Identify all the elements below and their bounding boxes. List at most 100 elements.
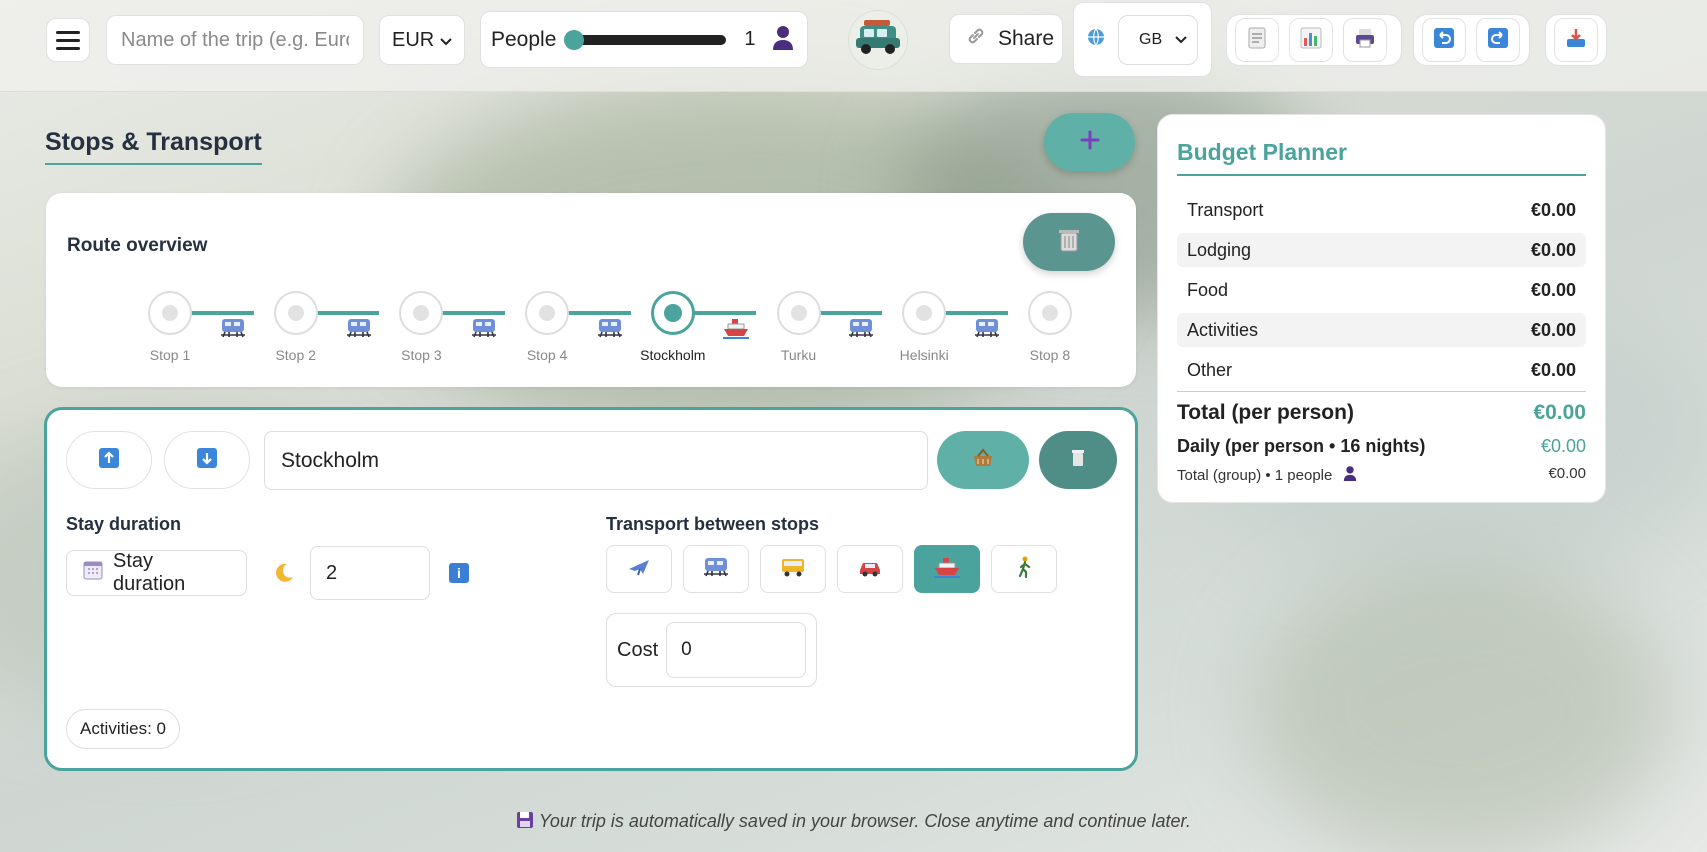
menu-icon-bar <box>56 38 80 42</box>
route-stop-label[interactable]: Helsinki <box>864 347 984 363</box>
person-icon <box>1342 465 1358 485</box>
route-stop-marker[interactable] <box>525 291 570 335</box>
transport-mode-train-button[interactable] <box>683 545 749 593</box>
city-input[interactable]: Stockholm <box>264 431 928 490</box>
car-logo-icon <box>852 18 904 63</box>
group-label: Total (group) • 1 people <box>1177 466 1333 484</box>
download-button[interactable] <box>1554 18 1598 62</box>
transport-mode-bus-button[interactable] <box>760 545 826 593</box>
budget-row-other: Other €0.00 <box>1177 353 1586 387</box>
app-logo[interactable] <box>848 10 908 70</box>
menu-button[interactable] <box>46 18 90 62</box>
autosave-note: Your trip is automatically saved in your… <box>0 811 1707 832</box>
download-icon <box>1565 27 1587 54</box>
route-stop-label[interactable]: Stop 4 <box>487 347 607 363</box>
walk-icon <box>1013 556 1035 583</box>
trip-name-input[interactable] <box>121 28 349 52</box>
currency-select[interactable]: EUR <box>379 15 465 65</box>
chevron-down-icon <box>1175 31 1187 49</box>
route-stop-marker[interactable] <box>1027 291 1072 335</box>
budget-row-lodging: Lodging €0.00 <box>1177 233 1586 267</box>
route-stop-label[interactable]: Turku <box>739 347 859 363</box>
export-tools <box>1545 14 1607 66</box>
group-amount: €0.00 <box>1548 465 1586 482</box>
activities-count-badge: Activities: 0 <box>66 709 180 749</box>
printer-icon <box>1354 27 1376 54</box>
wastebasket-icon <box>1071 449 1085 472</box>
chart-button[interactable] <box>1289 18 1333 62</box>
activities-basket-button[interactable] <box>937 431 1029 489</box>
delete-stop-button[interactable] <box>1039 431 1117 489</box>
print-button[interactable] <box>1343 18 1387 62</box>
route-stop-label[interactable]: Stop 1 <box>110 347 230 363</box>
people-slider-thumb[interactable] <box>564 29 585 50</box>
people-slider[interactable] <box>564 29 727 50</box>
route-stop-marker[interactable] <box>399 291 444 335</box>
stay-duration-button[interactable]: Stay duration <box>66 550 247 596</box>
budget-row-label: Lodging <box>1187 239 1252 260</box>
car-icon <box>857 556 883 583</box>
language-value: GB <box>1139 30 1163 48</box>
route-overview-card: Route overview Stop 1 Stop 2 Stop 3 Stop 4S… <box>46 193 1136 387</box>
move-up-button[interactable] <box>66 431 152 489</box>
person-icon <box>770 24 796 56</box>
route-stop-marker[interactable] <box>273 291 318 335</box>
chart-icon <box>1300 27 1322 54</box>
basket-icon <box>972 447 994 473</box>
transport-mode-plane-button[interactable] <box>606 545 672 593</box>
train-icon <box>219 317 249 341</box>
redo-button[interactable] <box>1476 18 1520 62</box>
info-icon[interactable]: i <box>449 563 469 583</box>
budget-row-label: Transport <box>1187 199 1264 220</box>
currency-value: EUR <box>392 28 435 51</box>
cost-label: Cost <box>617 638 659 661</box>
route-stop-marker[interactable] <box>148 291 192 335</box>
route-stop-label[interactable]: Stop 3 <box>361 347 481 363</box>
route-stop-label[interactable]: Stop 2 <box>236 347 356 363</box>
route-stop-label[interactable]: Stockholm <box>613 347 733 363</box>
people-control: People 1 <box>480 11 808 68</box>
ship-icon <box>722 317 752 341</box>
budget-title: Budget Planner <box>1177 139 1347 165</box>
moon-icon <box>272 561 294 588</box>
cost-input[interactable]: 0 <box>666 622 806 678</box>
route-stop-marker[interactable] <box>902 291 947 335</box>
language-group: GB <box>1073 2 1212 77</box>
route-timeline: Stop 1 Stop 2 Stop 3 Stop 4 Stockholm Turku He… <box>46 193 1136 387</box>
stay-duration-label: Stay duration <box>66 514 182 534</box>
budget-daily-row: Daily (per person • 16 nights) €0.00 <box>1177 436 1586 457</box>
section-title: Stops & Transport <box>45 128 262 165</box>
share-button[interactable]: Share <box>949 14 1063 64</box>
total-amount: €0.00 <box>1533 401 1586 424</box>
undo-icon <box>1433 27 1455 54</box>
language-select[interactable]: GB <box>1118 14 1198 65</box>
trip-name-field[interactable] <box>106 15 364 65</box>
transport-mode-ship-button[interactable] <box>914 545 980 593</box>
route-stop-dot <box>1041 305 1058 321</box>
menu-icon-bar <box>56 46 80 50</box>
undo-button[interactable] <box>1422 18 1466 62</box>
budget-row-amount: €0.00 <box>1530 359 1576 380</box>
calendar-icon <box>83 560 103 586</box>
move-down-button[interactable] <box>164 431 250 489</box>
budget-row-label: Other <box>1187 359 1233 380</box>
document-icon <box>1248 27 1266 54</box>
budget-row-food: Food €0.00 <box>1177 273 1586 307</box>
route-stop-dot <box>539 305 556 321</box>
transport-mode-walk-button[interactable] <box>991 545 1057 593</box>
route-stop-marker[interactable] <box>650 291 695 335</box>
budget-row-label: Activities <box>1187 319 1259 340</box>
history-tools <box>1413 14 1530 66</box>
cost-field: Cost 0 <box>606 613 817 687</box>
add-stop-button[interactable] <box>1044 113 1135 171</box>
route-stop-dot <box>413 305 430 321</box>
route-stop-dot <box>162 305 178 321</box>
train-icon <box>973 317 1003 341</box>
document-button[interactable] <box>1235 18 1279 62</box>
nights-input[interactable]: 2 <box>310 546 430 600</box>
transport-mode-car-button[interactable] <box>837 545 903 593</box>
top-toolbar: EUR People 1 Share <box>0 0 1707 92</box>
route-stop-marker[interactable] <box>776 291 821 335</box>
route-stop-label[interactable]: Stop 8 <box>990 347 1110 363</box>
floppy-disk-icon <box>516 811 534 831</box>
